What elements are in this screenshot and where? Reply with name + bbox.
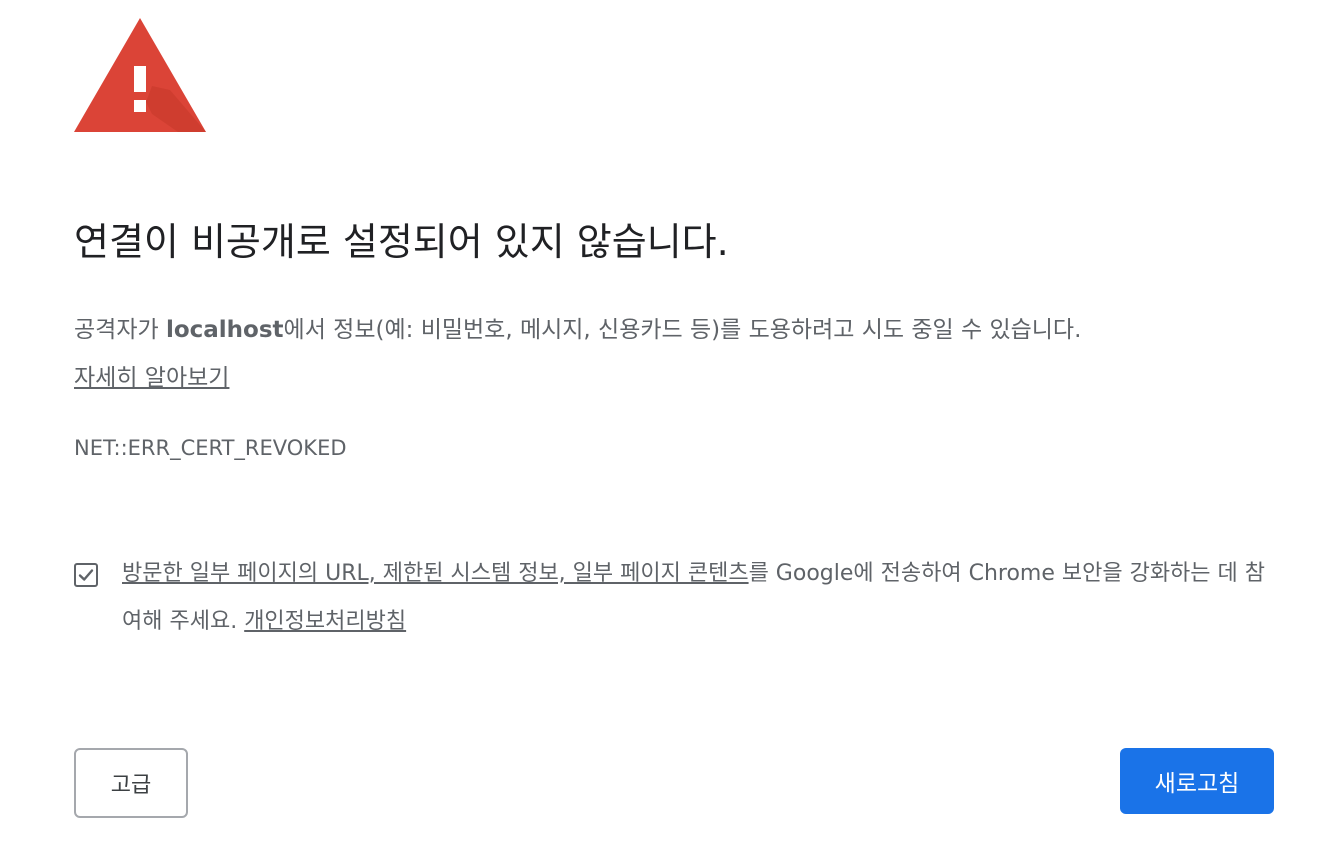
explanation-prefix: 공격자가 <box>74 317 166 343</box>
optin-text: 방문한 일부 페이지의 URL, 제한된 시스템 정보, 일부 페이지 콘텐츠를… <box>122 550 1284 646</box>
explanation-suffix: 에서 정보(예: 비밀번호, 메시지, 신용카드 등)를 도용하려고 시도 중일… <box>283 317 1082 343</box>
learn-more-link[interactable]: 자세히 알아보기 <box>74 365 229 391</box>
advanced-button[interactable]: 고급 <box>74 748 188 818</box>
warning-triangle-icon <box>74 18 206 132</box>
explanation-paragraph: 공격자가 localhost에서 정보(예: 비밀번호, 메시지, 신용카드 등… <box>74 306 1284 402</box>
checkmark-icon <box>78 569 94 581</box>
reload-button[interactable]: 새로고침 <box>1120 748 1274 814</box>
host-name: localhost <box>165 317 284 343</box>
privacy-policy-link[interactable]: 개인정보처리방침 <box>244 609 406 634</box>
page-title: 연결이 비공개로 설정되어 있지 않습니다. <box>74 220 729 264</box>
data-collected-link[interactable]: 방문한 일부 페이지의 URL, 제한된 시스템 정보, 일부 페이지 콘텐츠 <box>122 561 749 586</box>
error-code: NET::ERR_CERT_REVOKED <box>74 436 347 460</box>
optin-checkbox[interactable] <box>74 563 98 587</box>
